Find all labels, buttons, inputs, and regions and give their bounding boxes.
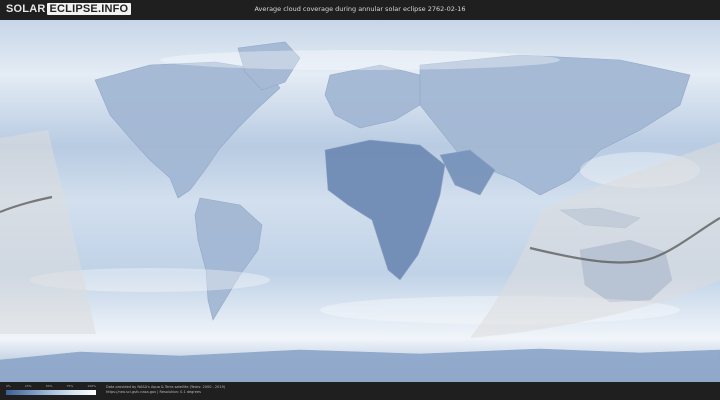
legend-tick: 75% xyxy=(66,384,74,388)
header-bar: SOLAR ECLIPSE.INFO Average cloud coverage… xyxy=(0,0,720,20)
cloud-map xyxy=(0,20,720,383)
antarctica xyxy=(0,348,720,383)
legend-tick: 25% xyxy=(24,384,32,388)
legend-tick: 100% xyxy=(87,384,96,388)
legend-tick: 0% xyxy=(6,384,11,388)
page-title: Average cloud coverage during annular so… xyxy=(254,5,466,13)
legend-color-bar xyxy=(6,390,96,395)
map-svg xyxy=(0,20,720,383)
footer-bar: 0% 25% 50% 75% 100% Data provided by NAS… xyxy=(0,382,720,400)
legend-tick: 50% xyxy=(45,384,53,388)
legend-ticks: 0% 25% 50% 75% 100% xyxy=(6,384,96,388)
cloud-cover-legend: 0% 25% 50% 75% 100% xyxy=(6,384,96,398)
credit-line-2: https://neo.sci.gsfc.nasa.gov | Resoluti… xyxy=(106,390,201,394)
data-credit: Data provided by NASA's Aqua & Terra sat… xyxy=(106,385,225,395)
